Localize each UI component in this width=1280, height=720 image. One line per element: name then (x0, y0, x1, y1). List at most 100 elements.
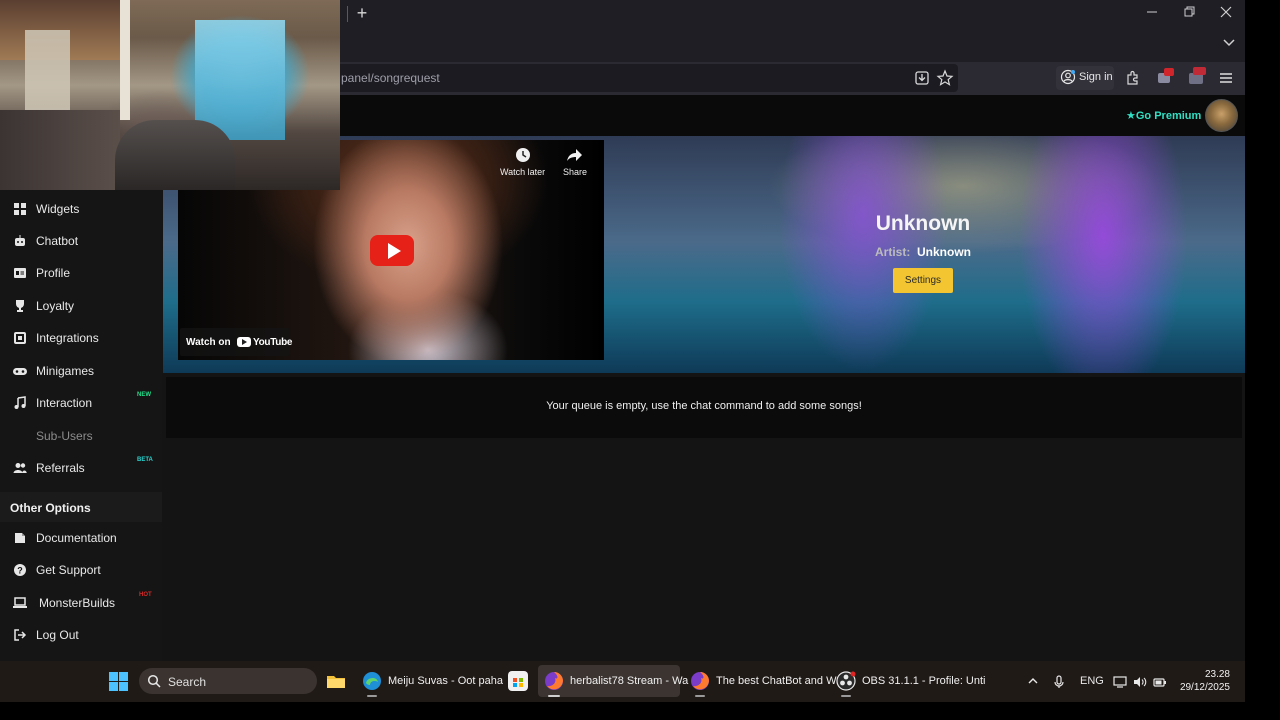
watch-later-icon[interactable] (514, 146, 532, 164)
extension-tiktok-icon[interactable] (1187, 67, 1206, 85)
artist-name: Unknown (917, 245, 971, 259)
close-button[interactable] (1212, 2, 1240, 24)
avatar[interactable] (1205, 99, 1238, 132)
webcam-person (115, 120, 235, 190)
logout-icon (14, 629, 27, 641)
sidebar-item-label: Widgets (36, 202, 80, 216)
minimize-button[interactable] (1138, 2, 1166, 24)
sidebar-item-label: Interaction (36, 396, 93, 410)
sidebar-item-label: Log Out (36, 628, 79, 642)
obs-icon[interactable] (836, 671, 856, 691)
integrations-icon (14, 332, 26, 344)
beta-badge: BETA (137, 457, 153, 463)
sidebar-item-log-out[interactable]: Log Out (0, 619, 162, 651)
sidebar-item-get-support[interactable]: ? Get Support (0, 554, 162, 586)
edge-icon[interactable] (362, 671, 382, 691)
sidebar-item-interaction[interactable]: Interaction NEW (0, 387, 162, 419)
sidebar-item-label: Minigames (36, 364, 95, 378)
sidebar-item-label: Chatbot (36, 234, 79, 248)
hamburger-menu-icon[interactable] (1217, 69, 1235, 87)
extension-notifications-icon[interactable] (1155, 67, 1174, 85)
taskbar-search[interactable] (139, 668, 317, 694)
youtube-logo-play-icon (242, 339, 247, 345)
taskbar-app-firefox-stream[interactable]: herbalist78 Stream - Wa (570, 675, 688, 687)
watch-later-label: Watch later (500, 167, 546, 177)
app-running-indicator (841, 695, 851, 697)
watch-on-label: Watch on (186, 337, 231, 348)
music-note-icon (14, 396, 26, 409)
network-icon[interactable] (1113, 675, 1127, 692)
restore-icon (1184, 6, 1195, 17)
account-icon (1060, 69, 1078, 87)
app-active-indicator (548, 695, 560, 697)
bookmark-star-icon[interactable] (936, 69, 954, 87)
taskbar-clock[interactable]: 23.28 29/12/2025 (1178, 668, 1230, 694)
new-tab-button[interactable]: + (352, 2, 372, 26)
sidebar-item-documentation[interactable]: Documentation (0, 522, 162, 554)
extensions-icon[interactable] (1124, 69, 1142, 87)
restore-button[interactable] (1175, 2, 1203, 24)
other-options-title: Other Options (10, 501, 91, 515)
settings-button[interactable]: Settings (893, 268, 953, 293)
taskbar-app-edge[interactable]: Meiju Suvas - Oot paha (388, 675, 503, 687)
sidebar-item-widgets[interactable]: Widgets (0, 193, 162, 225)
sidebar-item-loyalty[interactable]: Loyalty (0, 290, 162, 322)
song-title: Unknown (875, 212, 971, 235)
address-bar-url: panel/songrequest (341, 71, 440, 85)
webcam-pole (120, 0, 130, 120)
screen-edge (1245, 0, 1280, 720)
sidebar-item-chatbot[interactable]: Chatbot (0, 225, 162, 257)
trophy-icon (16, 300, 24, 312)
go-premium-label: Go Premium (1135, 110, 1202, 122)
webcam-couch (0, 110, 120, 190)
sidebar-item-profile[interactable]: Profile (0, 257, 162, 289)
laptop-icon (13, 597, 27, 608)
hot-badge: HOT (139, 592, 152, 598)
minimize-icon (1147, 11, 1157, 13)
list-tabs-button[interactable] (1218, 34, 1240, 52)
sidebar-item-label: Referrals (36, 461, 85, 475)
microphone-icon[interactable] (1053, 675, 1065, 692)
taskbar-app-firefox-chatbot[interactable]: The best ChatBot and W (716, 675, 836, 687)
windows-start-icon[interactable] (109, 672, 128, 691)
store-icon[interactable] (508, 671, 528, 691)
widgets-icon (14, 203, 26, 215)
app-running-indicator (695, 695, 705, 697)
volume-icon[interactable] (1133, 675, 1147, 692)
queue-empty-message: Your queue is empty, use the chat comman… (546, 400, 862, 412)
taskbar-app-obs[interactable]: OBS 31.1.1 - Profile: Unti (862, 675, 986, 687)
sidebar-item-label: Loyalty (36, 299, 75, 313)
id-card-icon (14, 268, 26, 278)
battery-icon[interactable] (1153, 675, 1167, 692)
language-indicator[interactable]: ENG (1080, 675, 1104, 687)
svg-text:?: ? (17, 566, 23, 576)
close-icon (1220, 6, 1232, 18)
sidebar-item-monsterbuilds[interactable]: MonsterBuilds HOT (0, 587, 162, 619)
sidebar-item-integrations[interactable]: Integrations (0, 322, 162, 354)
artist-label: Artist: (875, 245, 911, 259)
sidebar-item-label: Sub-Users (36, 429, 93, 443)
tray-overflow-icon[interactable] (1027, 675, 1039, 690)
firefox-icon[interactable] (544, 671, 564, 691)
share-label: Share (563, 167, 588, 177)
gamepad-icon (13, 368, 27, 375)
go-premium-link[interactable]: ★Go Premium (1126, 109, 1201, 122)
share-icon[interactable] (566, 146, 584, 164)
users-icon (13, 463, 27, 473)
robot-icon (15, 235, 25, 246)
sidebar-item-minigames[interactable]: Minigames (0, 355, 162, 387)
sidebar-item-label: Get Support (36, 563, 101, 577)
search-icon (147, 674, 161, 688)
sidebar-item-referrals[interactable]: Referrals BETA (0, 452, 162, 484)
play-icon (388, 243, 401, 259)
install-app-icon[interactable] (913, 69, 931, 87)
file-explorer-icon[interactable] (326, 671, 346, 691)
document-icon (15, 533, 25, 543)
chevron-down-icon (1223, 39, 1235, 47)
sidebar-item-sub-users[interactable]: Sub-Users (0, 420, 162, 452)
screen-bottom-edge (0, 702, 1280, 720)
sidebar-item-label: Profile (36, 266, 71, 280)
sidebar-item-label: Integrations (36, 331, 99, 345)
firefox-icon[interactable] (690, 671, 710, 691)
taskbar-search-label: Search (168, 675, 207, 689)
